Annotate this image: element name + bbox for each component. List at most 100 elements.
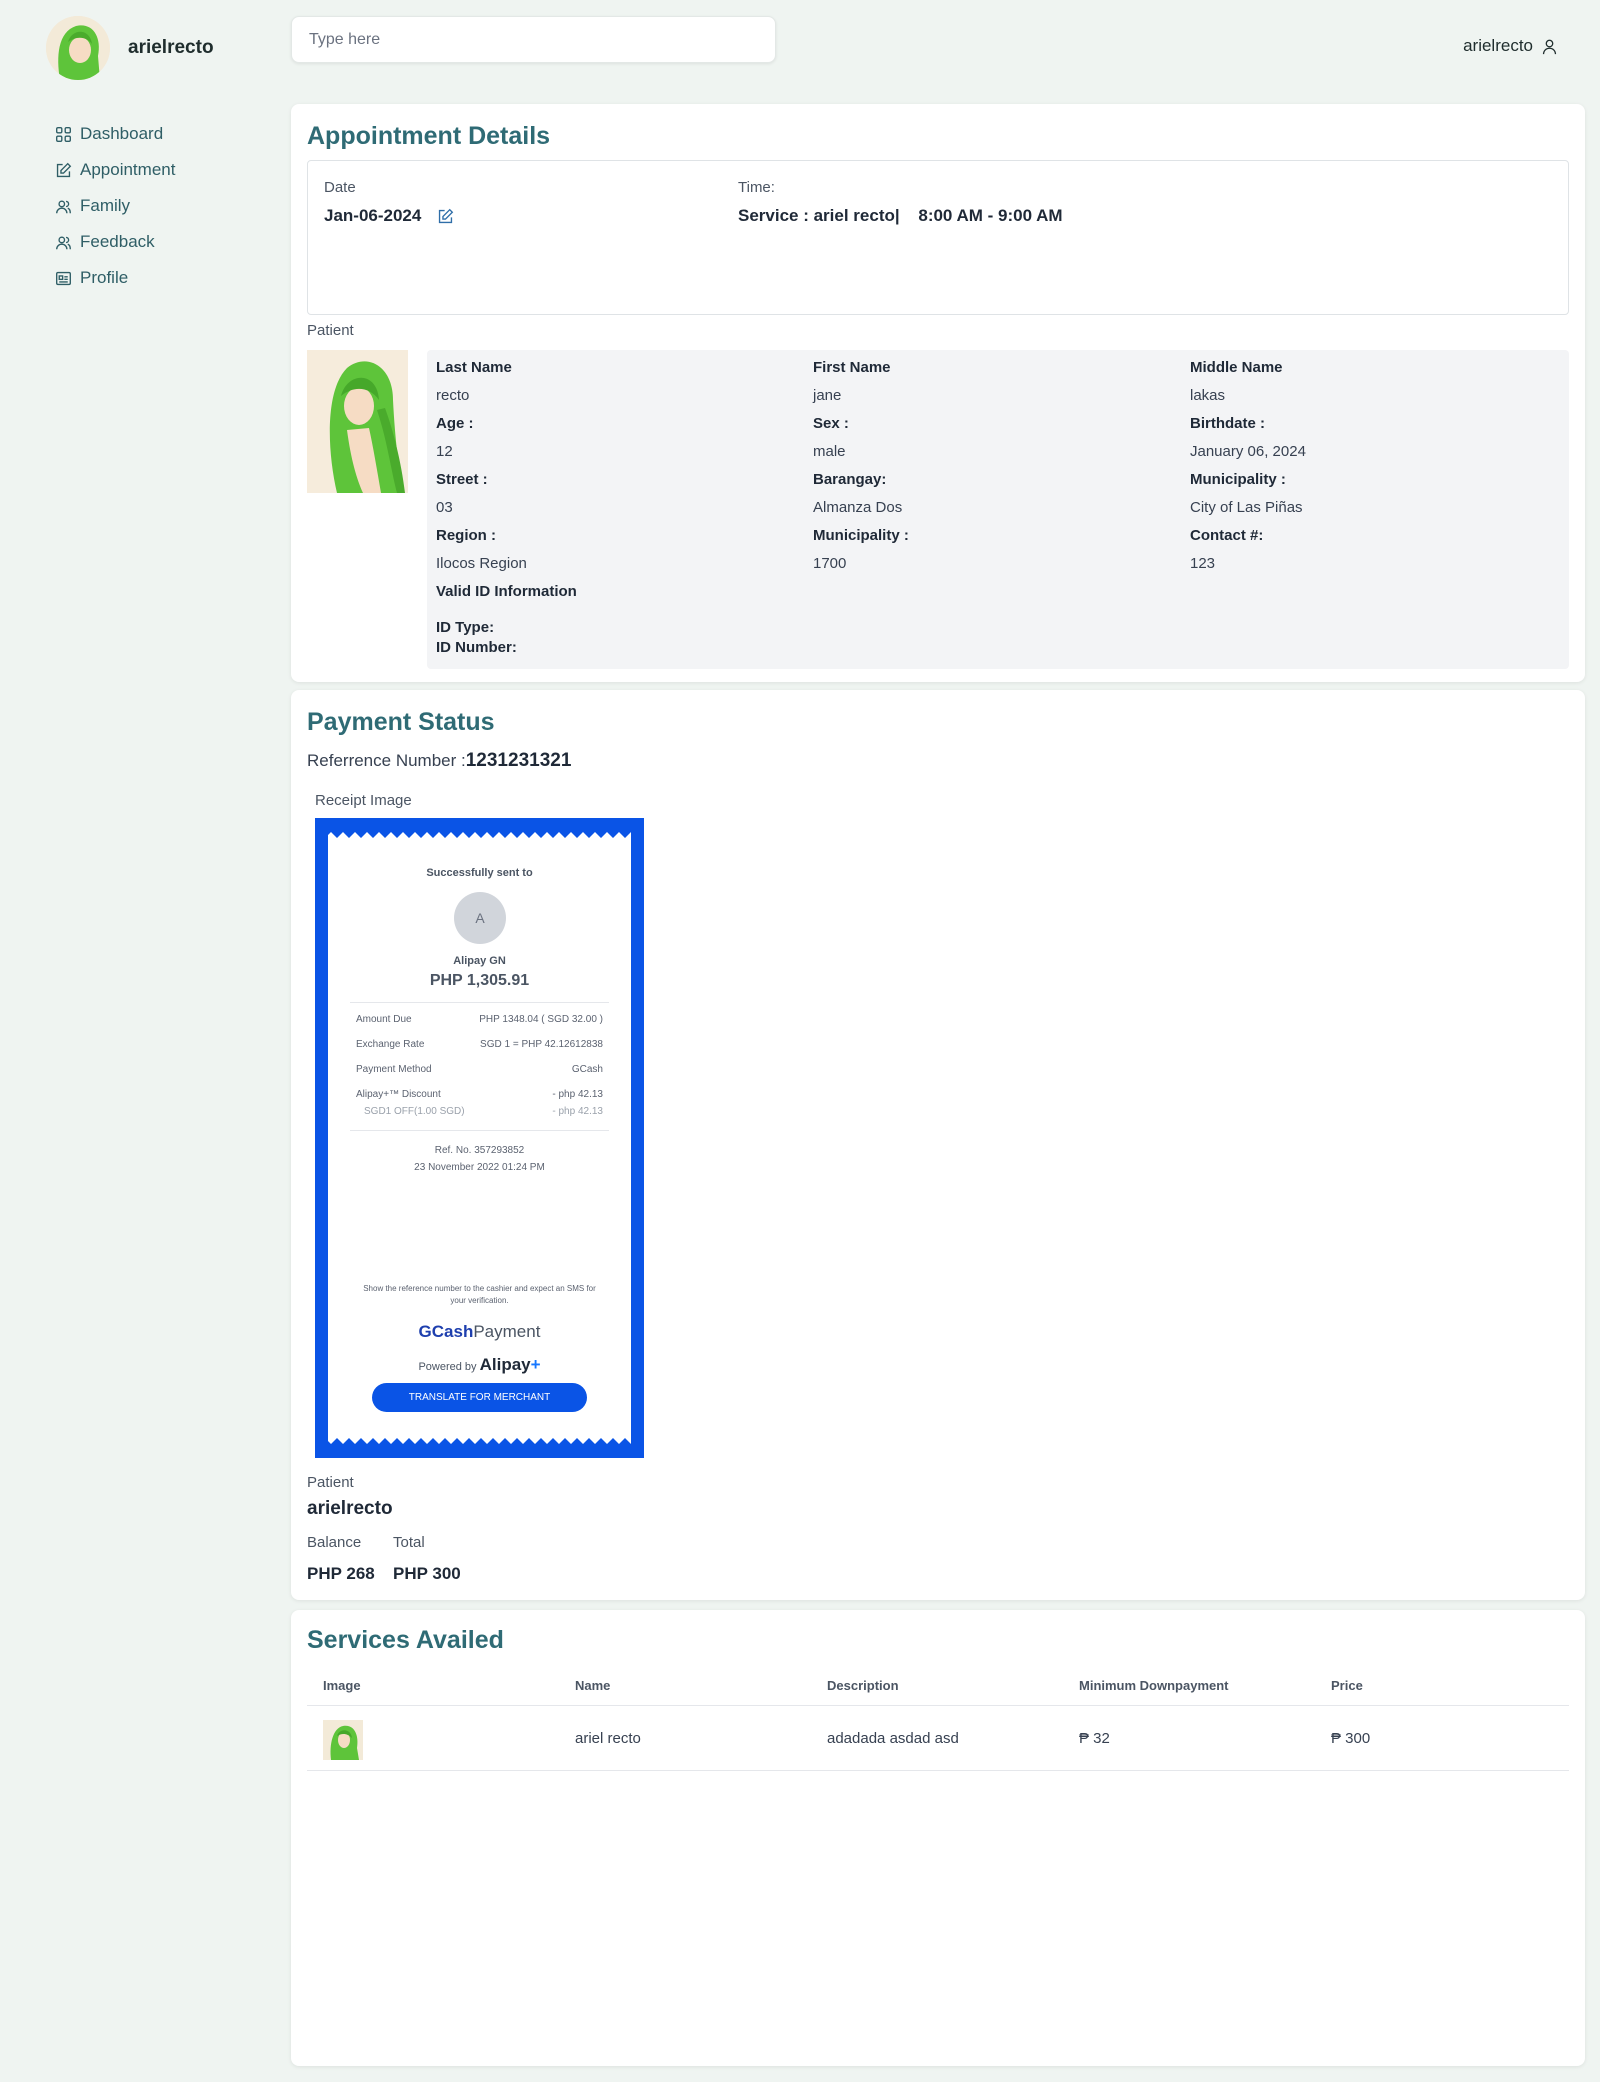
receipt-paper: Successfully sent to A Alipay GN PHP 1,3…: [328, 830, 631, 1446]
field-label: Age :: [436, 415, 474, 432]
reference-label: Referrence Number :: [307, 751, 466, 770]
receipt-row-value: GCash: [571, 1064, 603, 1075]
table-divider: [307, 1770, 1569, 1771]
field-value: 12: [436, 443, 453, 460]
time-row: Service : ariel recto| 8:00 AM - 9:00 AM: [738, 206, 1063, 226]
date-block: Date Jan-06-2024: [324, 179, 454, 226]
receipt-row: Amount Due PHP 1348.04 ( SGD 32.00 ): [356, 1014, 603, 1025]
id-number-label: ID Number:: [436, 639, 517, 656]
receipt-row: Exchange Rate SGD 1 = PHP 42.12612838: [356, 1039, 603, 1050]
sidebar-item-family[interactable]: Family: [55, 188, 175, 224]
appointment-details-card: Appointment Details Date Jan-06-2024 Tim…: [291, 104, 1585, 682]
brand-username: arielrecto: [128, 37, 214, 58]
patient-photo: [307, 350, 408, 493]
edit-icon: [56, 162, 72, 177]
receipt-row: Payment Method GCash: [356, 1064, 603, 1075]
field-label: Region :: [436, 527, 496, 544]
field-label: Municipality :: [1190, 471, 1286, 488]
patient-label: Patient: [307, 322, 354, 339]
receipt-zigzag-top: [328, 830, 631, 838]
gcash-logo-text: GCash: [418, 1322, 474, 1341]
receipt-row: SGD1 OFF(1.00 SGD) - php 42.13: [364, 1106, 603, 1117]
payment-patient-name: arielrecto: [307, 1498, 393, 1519]
receipt-row-value: - php 42.13: [552, 1106, 603, 1117]
sidebar-item-label: Feedback: [80, 232, 155, 251]
service-thumbnail: [323, 1720, 363, 1760]
receipt-row-label: Alipay+™ Discount: [356, 1089, 441, 1100]
payment-title: Payment Status: [307, 708, 495, 736]
field-value: 123: [1190, 555, 1216, 572]
sidebar-item-dashboard[interactable]: Dashboard: [55, 116, 175, 152]
reference-value: 1231231321: [465, 750, 572, 771]
time-block: Time: Service : ariel recto| 8:00 AM - 9…: [738, 179, 1063, 226]
sidebar-item-label: Appointment: [80, 160, 176, 179]
receipt-ref-no: Ref. No. 357293852: [434, 1145, 525, 1156]
receipt-sent-to: Successfully sent to: [426, 867, 533, 879]
date-value: Jan-06-2024: [324, 206, 422, 225]
balance-value: PHP 268: [307, 1564, 375, 1583]
field-label: Contact #:: [1190, 527, 1264, 544]
service-description: adadada asdad asd: [827, 1730, 959, 1747]
id-card-icon: [56, 271, 71, 285]
time-value: 8:00 AM - 9:00 AM: [918, 206, 1063, 225]
receipt-row: Alipay+™ Discount - php 42.13: [356, 1089, 603, 1100]
search-input[interactable]: [291, 16, 776, 63]
sidebar-item-label: Profile: [80, 268, 129, 287]
balance-label: Balance: [307, 1534, 362, 1551]
field-value: 1700: [813, 555, 847, 572]
receipt-merchant: Alipay GN: [453, 955, 506, 967]
field-value: City of Las Piñas: [1190, 499, 1303, 516]
receipt-datetime: 23 November 2022 01:24 PM: [414, 1162, 545, 1173]
receipt-zigzag-bottom: [328, 1438, 631, 1446]
users-icon: [56, 236, 71, 249]
payment-status-card: Payment Status Referrence Number :123123…: [291, 690, 1585, 1600]
sidebar-item-appointment[interactable]: Appointment: [55, 152, 175, 188]
field-value: male: [813, 443, 846, 460]
alipay-plus-icon: +: [530, 1355, 541, 1374]
column-header-name: Name: [575, 1678, 611, 1693]
table-divider: [307, 1705, 1569, 1706]
receipt-row-value: - php 42.13: [552, 1089, 603, 1100]
receipt-divider: [350, 1130, 609, 1131]
field-label: Municipality :: [813, 527, 909, 544]
avatar: [46, 16, 110, 80]
column-header-image: Image: [323, 1678, 361, 1693]
field-label: Street :: [436, 471, 488, 488]
payment-word: Payment: [473, 1322, 541, 1341]
receipt-label: Receipt Image: [315, 792, 412, 809]
sidebar-item-label: Dashboard: [80, 124, 164, 143]
date-row: Jan-06-2024: [324, 206, 454, 226]
field-label: Sex :: [813, 415, 849, 432]
powered-by-text: Powered by: [418, 1361, 477, 1373]
total-value: PHP 300: [393, 1564, 461, 1583]
schedule-box: Date Jan-06-2024 Time: Service : ariel r…: [307, 160, 1569, 315]
translate-for-merchant-button[interactable]: TRANSLATE FOR MERCHANT: [372, 1383, 587, 1412]
sidebar-item-profile[interactable]: Profile: [55, 260, 175, 296]
field-value: January 06, 2024: [1190, 443, 1306, 460]
services-availed-card: Services Availed Image Name Description …: [291, 1610, 1585, 2066]
edit-date-icon[interactable]: [437, 208, 454, 225]
receipt-row-label: Amount Due: [356, 1014, 412, 1025]
field-value: 03: [436, 499, 453, 516]
appointment-title: Appointment Details: [307, 122, 551, 150]
users-icon: [56, 200, 71, 213]
field-label: Last Name: [436, 359, 512, 376]
sidebar-nav: Dashboard Appointment Family Feedback Pr…: [55, 116, 175, 296]
service-name: ariel recto: [575, 1730, 641, 1747]
brand[interactable]: arielrecto: [46, 16, 214, 80]
receipt-amount: PHP 1,305.91: [429, 972, 530, 989]
services-title: Services Availed: [307, 1626, 504, 1654]
date-label: Date: [324, 179, 356, 196]
field-label: Barangay:: [813, 471, 887, 488]
alipay-logo-text: Alipay: [479, 1355, 531, 1374]
user-menu-name: arielrecto: [1463, 36, 1533, 55]
receipt-divider: [350, 1002, 609, 1003]
receipt-image[interactable]: Successfully sent to A Alipay GN PHP 1,3…: [315, 818, 644, 1458]
sidebar-item-feedback[interactable]: Feedback: [55, 224, 175, 260]
field-label: Birthdate :: [1190, 415, 1265, 432]
receipt-row-label: Exchange Rate: [356, 1039, 425, 1050]
user-icon: [1542, 39, 1557, 54]
receipt-row-value: SGD 1 = PHP 42.12612838: [480, 1039, 603, 1050]
user-menu[interactable]: arielrecto: [1463, 36, 1558, 56]
service-text: Service : ariel recto|: [738, 206, 900, 225]
